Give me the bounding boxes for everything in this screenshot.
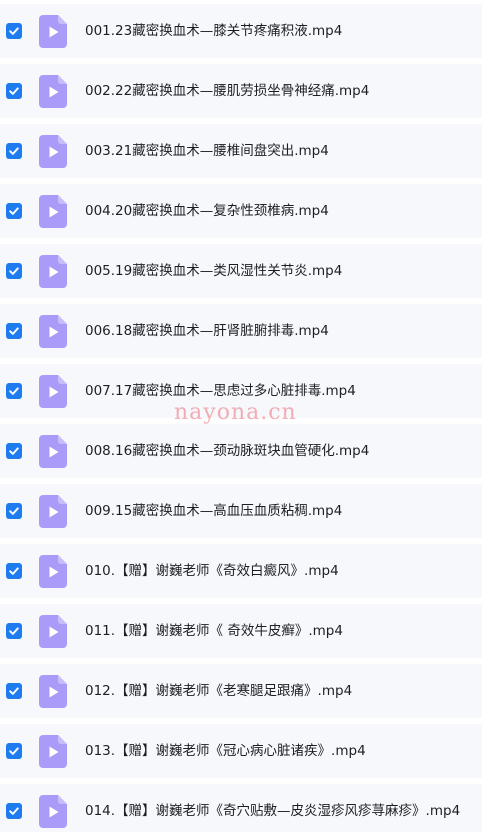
checkmark-icon bbox=[9, 207, 19, 215]
file-name[interactable]: 010.【赠】谢巍老师《奇效白癜风》.mp4 bbox=[85, 544, 339, 598]
checkbox-checked[interactable] bbox=[6, 623, 22, 639]
checkbox-checked[interactable] bbox=[6, 203, 22, 219]
file-row[interactable]: 012.【赠】谢巍老师《老寒腿足跟痛》.mp4 bbox=[0, 664, 482, 718]
checkbox-checked[interactable] bbox=[6, 503, 22, 519]
checkmark-icon bbox=[9, 747, 19, 755]
checkbox-checked[interactable] bbox=[6, 263, 22, 279]
checkmark-icon bbox=[9, 507, 19, 515]
file-row[interactable]: 011.【赠】谢巍老师《 奇效牛皮癣》.mp4 bbox=[0, 604, 482, 658]
checkbox-checked[interactable] bbox=[6, 803, 22, 819]
file-name[interactable]: 014.【赠】谢巍老师《奇穴贴敷—皮炎湿疹风疹荨麻疹》.mp4 bbox=[85, 784, 460, 832]
checkmark-icon bbox=[9, 87, 19, 95]
checkbox-checked[interactable] bbox=[6, 83, 22, 99]
checkmark-icon bbox=[9, 567, 19, 575]
file-name[interactable]: 005.19藏密换血术—类风湿性关节炎.mp4 bbox=[85, 244, 342, 298]
video-file-icon bbox=[39, 75, 67, 108]
checkbox-checked[interactable] bbox=[6, 23, 22, 39]
video-file-icon bbox=[39, 255, 67, 288]
video-file-icon bbox=[39, 555, 67, 588]
file-row[interactable]: 005.19藏密换血术—类风湿性关节炎.mp4 bbox=[0, 244, 482, 298]
video-file-icon bbox=[39, 315, 67, 348]
file-name[interactable]: 007.17藏密换血术—思虑过多心脏排毒.mp4 bbox=[85, 364, 356, 418]
checkmark-icon bbox=[9, 687, 19, 695]
checkmark-icon bbox=[9, 807, 19, 815]
file-name[interactable]: 008.16藏密换血术—颈动脉斑块血管硬化.mp4 bbox=[85, 424, 369, 478]
checkmark-icon bbox=[9, 147, 19, 155]
checkmark-icon bbox=[9, 267, 19, 275]
video-file-icon bbox=[39, 615, 67, 648]
checkbox-checked[interactable] bbox=[6, 443, 22, 459]
file-row[interactable]: 007.17藏密换血术—思虑过多心脏排毒.mp4 bbox=[0, 364, 482, 418]
checkmark-icon bbox=[9, 387, 19, 395]
checkmark-icon bbox=[9, 27, 19, 35]
file-row[interactable]: 001.23藏密换血术—膝关节疼痛积液.mp4 bbox=[0, 4, 482, 58]
file-row[interactable]: 003.21藏密换血术—腰椎间盘突出.mp4 bbox=[0, 124, 482, 178]
checkbox-checked[interactable] bbox=[6, 383, 22, 399]
checkbox-checked[interactable] bbox=[6, 143, 22, 159]
file-name[interactable]: 001.23藏密换血术—膝关节疼痛积液.mp4 bbox=[85, 4, 342, 58]
checkbox-checked[interactable] bbox=[6, 743, 22, 759]
file-name[interactable]: 013.【赠】谢巍老师《冠心病心脏诸疾》.mp4 bbox=[85, 724, 366, 778]
file-name[interactable]: 012.【赠】谢巍老师《老寒腿足跟痛》.mp4 bbox=[85, 664, 352, 718]
video-file-icon bbox=[39, 375, 67, 408]
video-file-icon bbox=[39, 735, 67, 768]
file-name[interactable]: 004.20藏密换血术—复杂性颈椎病.mp4 bbox=[85, 184, 329, 238]
file-row[interactable]: 008.16藏密换血术—颈动脉斑块血管硬化.mp4 bbox=[0, 424, 482, 478]
file-name[interactable]: 006.18藏密换血术—肝肾脏腑排毒.mp4 bbox=[85, 304, 329, 358]
file-name[interactable]: 009.15藏密换血术—高血压血质粘稠.mp4 bbox=[85, 484, 342, 538]
video-file-icon bbox=[39, 675, 67, 708]
checkbox-checked[interactable] bbox=[6, 563, 22, 579]
file-row[interactable]: 013.【赠】谢巍老师《冠心病心脏诸疾》.mp4 bbox=[0, 724, 482, 778]
video-file-icon bbox=[39, 135, 67, 168]
checkmark-icon bbox=[9, 627, 19, 635]
checkmark-icon bbox=[9, 327, 19, 335]
file-row[interactable]: 004.20藏密换血术—复杂性颈椎病.mp4 bbox=[0, 184, 482, 238]
file-name[interactable]: 003.21藏密换血术—腰椎间盘突出.mp4 bbox=[85, 124, 329, 178]
file-row[interactable]: 009.15藏密换血术—高血压血质粘稠.mp4 bbox=[0, 484, 482, 538]
video-file-icon bbox=[39, 435, 67, 468]
file-name[interactable]: 011.【赠】谢巍老师《 奇效牛皮癣》.mp4 bbox=[85, 604, 343, 658]
file-row[interactable]: 010.【赠】谢巍老师《奇效白癜风》.mp4 bbox=[0, 544, 482, 598]
file-list: 001.23藏密换血术—膝关节疼痛积液.mp4 002.22藏密换血术—腰肌劳损… bbox=[0, 0, 482, 832]
video-file-icon bbox=[39, 15, 67, 48]
checkbox-checked[interactable] bbox=[6, 683, 22, 699]
file-row[interactable]: 014.【赠】谢巍老师《奇穴贴敷—皮炎湿疹风疹荨麻疹》.mp4 bbox=[0, 784, 482, 832]
video-file-icon bbox=[39, 795, 67, 828]
video-file-icon bbox=[39, 495, 67, 528]
file-row[interactable]: 002.22藏密换血术—腰肌劳损坐骨神经痛.mp4 bbox=[0, 64, 482, 118]
file-row[interactable]: 006.18藏密换血术—肝肾脏腑排毒.mp4 bbox=[0, 304, 482, 358]
checkmark-icon bbox=[9, 447, 19, 455]
video-file-icon bbox=[39, 195, 67, 228]
checkbox-checked[interactable] bbox=[6, 323, 22, 339]
file-name[interactable]: 002.22藏密换血术—腰肌劳损坐骨神经痛.mp4 bbox=[85, 64, 369, 118]
